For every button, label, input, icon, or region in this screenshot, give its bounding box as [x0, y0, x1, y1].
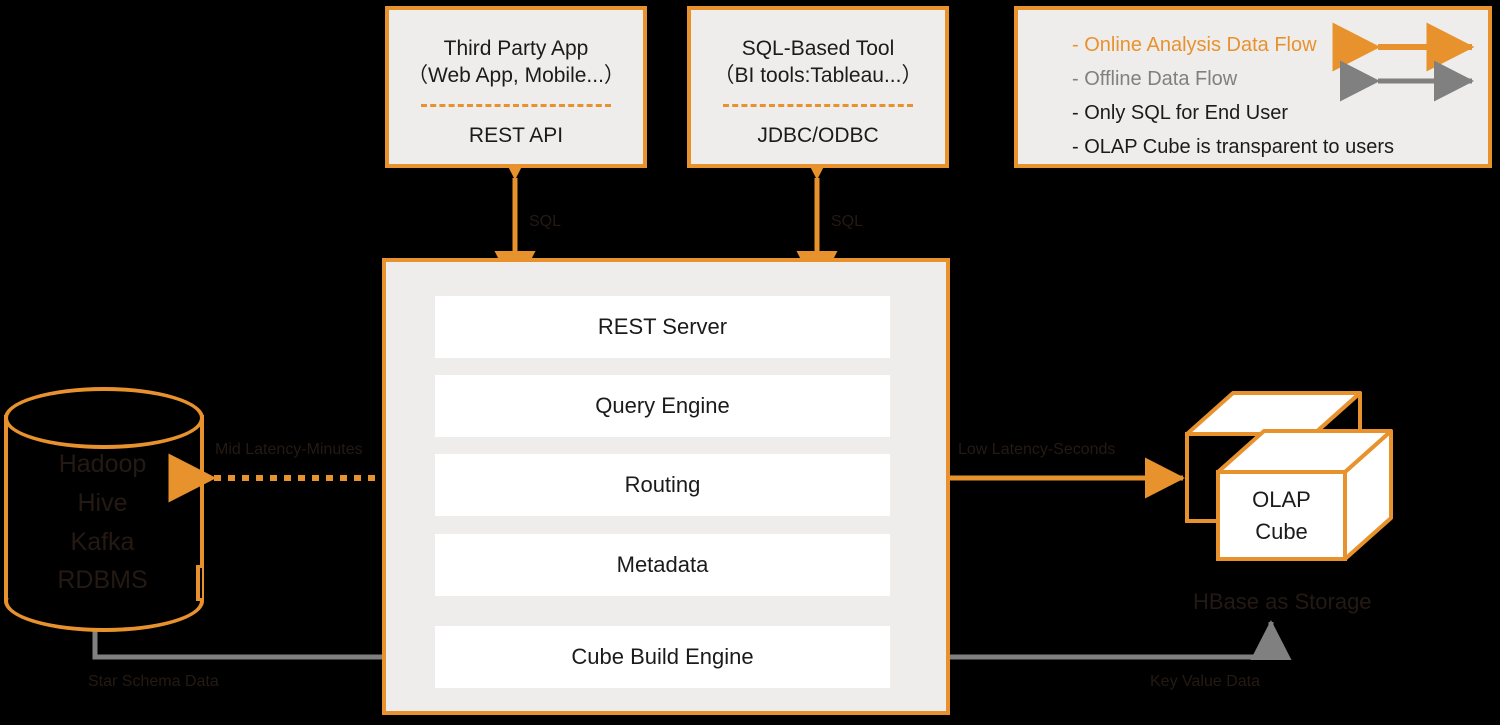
module-label: Query Engine	[595, 393, 730, 418]
label-key-value-data: Key Value Data	[1150, 673, 1260, 690]
module-metadata[interactable]: Metadata	[435, 534, 890, 596]
diagram-canvas: Third Party App （Web App, Mobile...） RES…	[0, 0, 1500, 725]
client-title: Third Party App （Web App, Mobile...）	[407, 37, 625, 87]
legend-label: - Offline Data Flow	[1072, 67, 1238, 90]
source-line: Hadoop	[58, 450, 147, 478]
client-api-label: JDBC/ODBC	[757, 123, 879, 147]
legend-double-arrow-orange-icon	[1332, 22, 1475, 72]
legend-label: - OLAP Cube is transparent to users	[1072, 135, 1395, 158]
cylinder-source-list: Hadoop Hive Kafka RDBMS	[0, 445, 205, 600]
client-box-sql-based-tool[interactable]: SQL-Based Tool （BI tools:Tableau...） JDB…	[687, 6, 949, 168]
source-line: Kafka	[70, 527, 135, 556]
client-title: SQL-Based Tool （BI tools:Tableau...）	[713, 37, 923, 87]
module-label: Metadata	[616, 552, 709, 577]
module-label: REST Server	[597, 314, 728, 339]
source-line: RDBMS	[57, 566, 148, 595]
data-source-cylinder[interactable]: Hadoop Hive Kafka RDBMS	[0, 385, 210, 635]
label-sql-right: SQL	[831, 213, 864, 230]
legend-item-only-sql-for-end-user: - Only SQL for End User	[1018, 96, 1488, 130]
client-box-third-party-app[interactable]: Third Party App （Web App, Mobile...） RES…	[385, 6, 647, 168]
label-star-schema-data: Star Schema Data	[88, 673, 219, 690]
legend-double-arrow-gray-icon	[1340, 60, 1475, 102]
module-rest-server[interactable]: REST Server	[435, 296, 890, 358]
olap-cube-label-line1: OLAP	[1252, 486, 1311, 512]
label-mid-latency: Mid Latency-Minutes	[215, 441, 363, 458]
legend-item-olap-cube-transparent: - OLAP Cube is transparent to users	[1018, 130, 1488, 164]
legend-label: - Online Analysis Data Flow	[1072, 33, 1317, 56]
client-divider	[421, 103, 611, 107]
olap-cube-label-line2: Cube	[1255, 518, 1308, 544]
olap-cube-label: OLAP Cube	[1218, 472, 1345, 559]
label-hbase-as-storage: HBase as Storage	[1193, 589, 1372, 614]
label-sql-left: SQL	[529, 213, 562, 230]
connector-key-value-data	[896, 619, 1292, 660]
module-label: Cube Build Engine	[571, 644, 754, 669]
kylin-platform-panel: REST Server Query Engine Routing Metadat…	[382, 258, 950, 715]
olap-cube-group[interactable]: OLAP Cube	[1175, 385, 1435, 600]
module-routing[interactable]: Routing	[435, 454, 890, 516]
label-low-latency: Low Latency-Seconds	[958, 441, 1116, 458]
module-label: Routing	[624, 472, 701, 497]
module-query-engine[interactable]: Query Engine	[435, 375, 890, 437]
client-divider	[723, 103, 913, 107]
client-api-label: REST API	[468, 123, 564, 147]
module-cube-build-engine[interactable]: Cube Build Engine	[435, 626, 890, 688]
source-line: Hive	[77, 488, 128, 517]
cylinder-top-ellipse	[4, 387, 204, 449]
legend-box: - Online Analysis Data Flow - Offline Da…	[1014, 6, 1492, 168]
legend-label: - Only SQL for End User	[1072, 101, 1288, 124]
